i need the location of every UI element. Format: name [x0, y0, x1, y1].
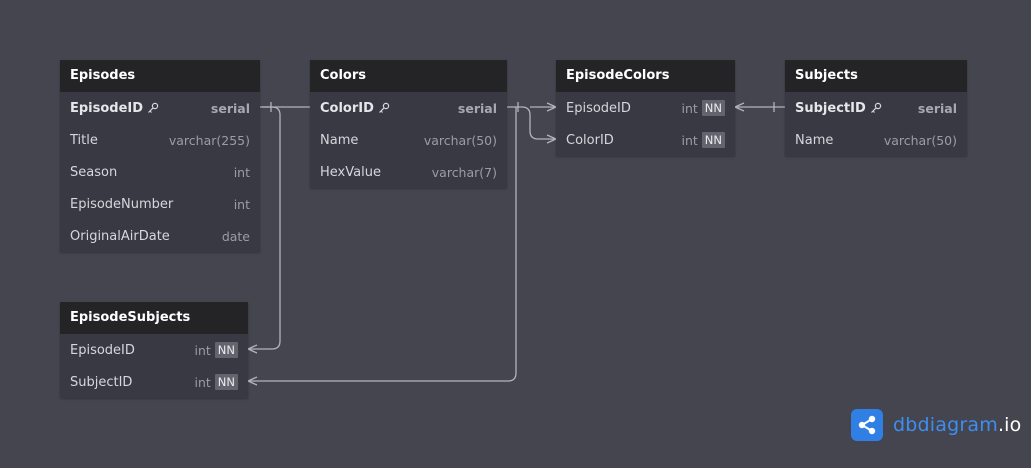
brand-name: dbdiagram [893, 414, 998, 436]
field-type: int [681, 100, 698, 116]
table-row[interactable]: Season int [60, 156, 260, 188]
table-header[interactable]: Subjects [785, 60, 967, 92]
table-row[interactable]: Name varchar(50) [310, 124, 507, 156]
table-row[interactable]: EpisodeID int NN [556, 92, 735, 124]
field-name: SubjectID [795, 100, 866, 116]
table-row[interactable]: EpisodeNumber int [60, 188, 260, 220]
table-row[interactable]: OriginalAirDate date [60, 220, 260, 252]
field-name: ColorID [320, 100, 374, 116]
field-type: int [194, 342, 211, 358]
table-header[interactable]: EpisodeSubjects [60, 302, 248, 334]
table-row[interactable]: EpisodeID serial [60, 92, 260, 124]
field-type: varchar(255) [168, 132, 250, 148]
field-type: int [681, 132, 698, 148]
table-row[interactable]: EpisodeID int NN [60, 334, 248, 366]
table-episodesubjects[interactable]: EpisodeSubjects EpisodeID int NN SubjectI… [60, 302, 248, 398]
field-type: varchar(50) [423, 132, 497, 148]
table-header[interactable]: EpisodeColors [556, 60, 735, 92]
field-type: serial [210, 100, 250, 116]
field-name: Name [795, 132, 834, 148]
table-row[interactable]: Title varchar(255) [60, 124, 260, 156]
not-null-badge: NN [214, 374, 238, 390]
not-null-badge: NN [214, 342, 238, 358]
field-type: varchar(7) [431, 164, 497, 180]
field-name: EpisodeID [566, 100, 631, 116]
field-type: varchar(50) [883, 132, 957, 148]
table-header[interactable]: Episodes [60, 60, 260, 92]
table-row[interactable]: SubjectID int NN [60, 366, 248, 398]
field-name: Title [70, 132, 98, 148]
field-type: int [233, 164, 250, 180]
field-name: ColorID [566, 132, 614, 148]
field-name: Season [70, 164, 118, 180]
field-name: OriginalAirDate [70, 228, 170, 244]
field-type: serial [457, 100, 497, 116]
share-icon [851, 409, 883, 441]
field-type: int [194, 374, 211, 390]
not-null-badge: NN [701, 100, 725, 116]
field-name: Name [320, 132, 359, 148]
table-header[interactable]: Colors [310, 60, 507, 92]
key-icon [870, 102, 882, 114]
table-subjects[interactable]: Subjects SubjectID serial Name varchar(5… [785, 60, 967, 156]
field-name: SubjectID [70, 374, 133, 390]
field-type: int [233, 196, 250, 212]
table-row[interactable]: SubjectID serial [785, 92, 967, 124]
field-type: serial [917, 100, 957, 116]
field-name: HexValue [320, 164, 381, 180]
dbdiagram-brand[interactable]: dbdiagram.io [851, 409, 1021, 441]
table-episodes[interactable]: Episodes EpisodeID serial Title varchar(… [60, 60, 260, 252]
table-row[interactable]: ColorID int NN [556, 124, 735, 156]
table-episodecolors[interactable]: EpisodeColors EpisodeID int NN ColorID in… [556, 60, 735, 156]
table-row[interactable]: ColorID serial [310, 92, 507, 124]
field-type: date [221, 228, 250, 244]
rel-colors-episodecolors [507, 106, 556, 140]
key-icon [378, 102, 390, 114]
field-name: EpisodeID [70, 342, 135, 358]
table-colors[interactable]: Colors ColorID serial Name varchar(50) H… [310, 60, 507, 188]
not-null-badge: NN [701, 132, 725, 148]
field-name: EpisodeID [70, 100, 144, 116]
brand-suffix: .io [997, 414, 1022, 436]
key-icon [147, 102, 159, 114]
field-name: EpisodeNumber [70, 196, 174, 212]
table-row[interactable]: HexValue varchar(7) [310, 156, 507, 188]
table-row[interactable]: Name varchar(50) [785, 124, 967, 156]
